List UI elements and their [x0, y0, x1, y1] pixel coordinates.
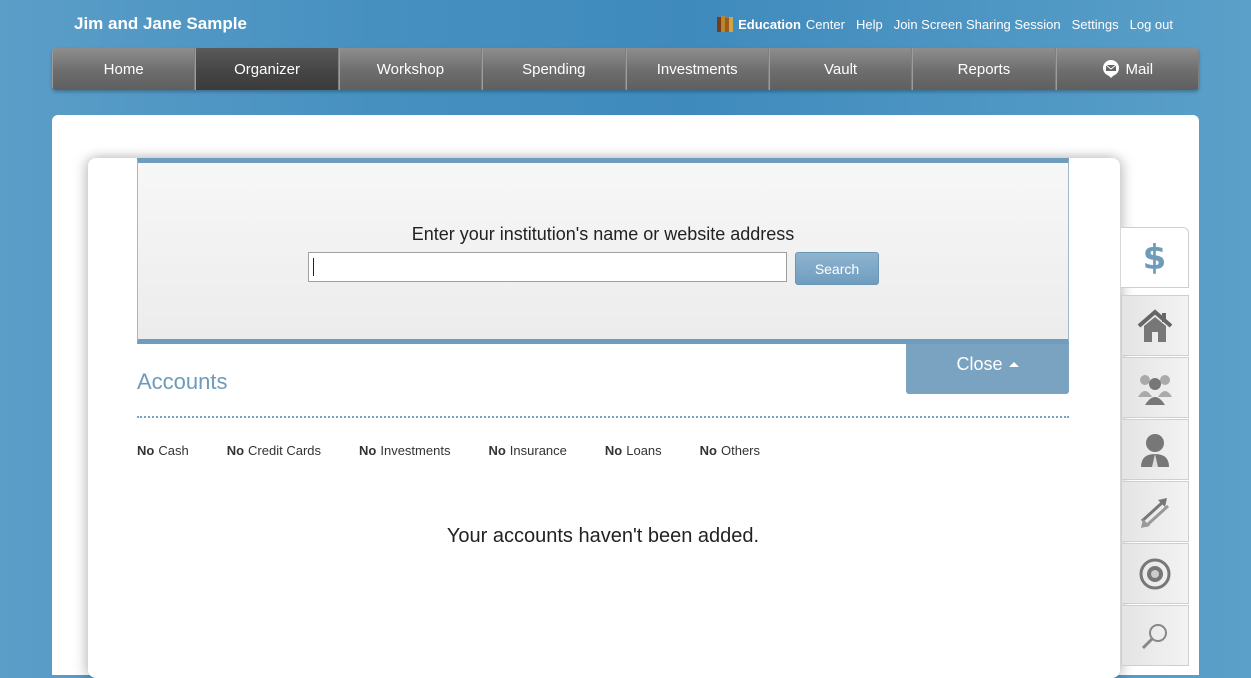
category-credit-cards[interactable]: No Credit Cards — [227, 443, 321, 458]
sidetab-family[interactable] — [1121, 357, 1189, 418]
search-icon — [1141, 623, 1167, 649]
sidetab-advisor[interactable] — [1121, 419, 1189, 480]
education-center-bold: Education — [738, 17, 801, 32]
accounts-divider — [137, 416, 1069, 418]
side-tabs: $ — [1121, 227, 1189, 667]
search-heading: Enter your institution's name or website… — [411, 224, 795, 244]
close-button[interactable]: Close — [906, 344, 1069, 394]
category-prefix: No — [604, 443, 623, 458]
category-loans[interactable]: No Loans — [605, 443, 662, 458]
nav-organizer[interactable]: Organizer — [195, 48, 339, 90]
nav-mail-label: Mail — [1125, 60, 1154, 78]
category-prefix: No — [488, 443, 506, 458]
nav-mail[interactable]: Mail — [1055, 48, 1199, 90]
education-center-rest: Center — [805, 17, 845, 32]
nav-home[interactable]: Home — [52, 48, 196, 90]
people-icon — [1138, 374, 1172, 405]
nav-workshop[interactable]: Workshop — [338, 48, 483, 90]
logout-link[interactable]: Log out — [1130, 17, 1173, 32]
mail-icon — [1102, 60, 1119, 78]
institution-search-box: Enter your institution's name or website… — [137, 158, 1069, 344]
target-icon — [1139, 558, 1171, 589]
category-label: Others — [721, 443, 761, 458]
category-investments[interactable]: No Investments — [359, 443, 450, 458]
sidetab-transfers[interactable] — [1121, 481, 1189, 542]
category-label: Credit Cards — [248, 443, 322, 458]
close-label: Close — [956, 353, 1003, 374]
person-icon — [1141, 433, 1169, 467]
education-center-link[interactable]: Education Center — [717, 16, 845, 33]
category-label: Investments — [380, 443, 451, 458]
books-icon — [717, 16, 734, 32]
transfer-icon — [1140, 497, 1170, 528]
category-prefix: No — [226, 443, 245, 458]
category-cash[interactable]: No Cash — [137, 443, 189, 458]
category-label: Insurance — [509, 443, 567, 458]
category-prefix: No — [137, 443, 155, 458]
settings-link[interactable]: Settings — [1072, 17, 1119, 32]
accounts-title: Accounts — [137, 369, 228, 394]
nav-investments[interactable]: Investments — [625, 48, 769, 90]
top-links: Education Center Help Join Screen Sharin… — [717, 16, 1173, 33]
account-categories: No Cash No Credit Cards No Investments No In… — [137, 443, 760, 458]
user-name: Jim and Jane Sample — [74, 14, 247, 33]
category-label: Loans — [626, 443, 662, 458]
nav-vault[interactable]: Vault — [768, 48, 913, 90]
category-others[interactable]: No Others — [700, 443, 760, 458]
nav-spending[interactable]: Spending — [482, 48, 626, 90]
screen-sharing-link[interactable]: Join Screen Sharing Session — [894, 17, 1061, 32]
category-insurance[interactable]: No Insurance — [488, 443, 566, 458]
dollar-icon: $ — [1142, 237, 1167, 278]
text-caret — [313, 258, 314, 276]
empty-accounts-message: Your accounts haven't been added. — [446, 525, 760, 547]
home-icon — [1137, 308, 1173, 342]
category-label: Cash — [158, 443, 189, 458]
caret-up-icon — [1008, 361, 1019, 367]
sidetab-goals[interactable] — [1121, 543, 1189, 604]
sidetab-accounts[interactable]: $ — [1121, 227, 1189, 288]
help-link[interactable]: Help — [856, 17, 883, 32]
category-prefix: No — [359, 443, 377, 458]
sidetab-property[interactable] — [1121, 295, 1189, 356]
search-button[interactable]: Search — [795, 252, 879, 285]
nav-reports[interactable]: Reports — [912, 48, 1056, 90]
category-prefix: No — [699, 443, 717, 458]
main-nav: Home Organizer Workshop Spending Investm… — [52, 48, 1199, 90]
sidetab-search[interactable] — [1121, 605, 1189, 666]
institution-search-input[interactable] — [308, 252, 787, 282]
